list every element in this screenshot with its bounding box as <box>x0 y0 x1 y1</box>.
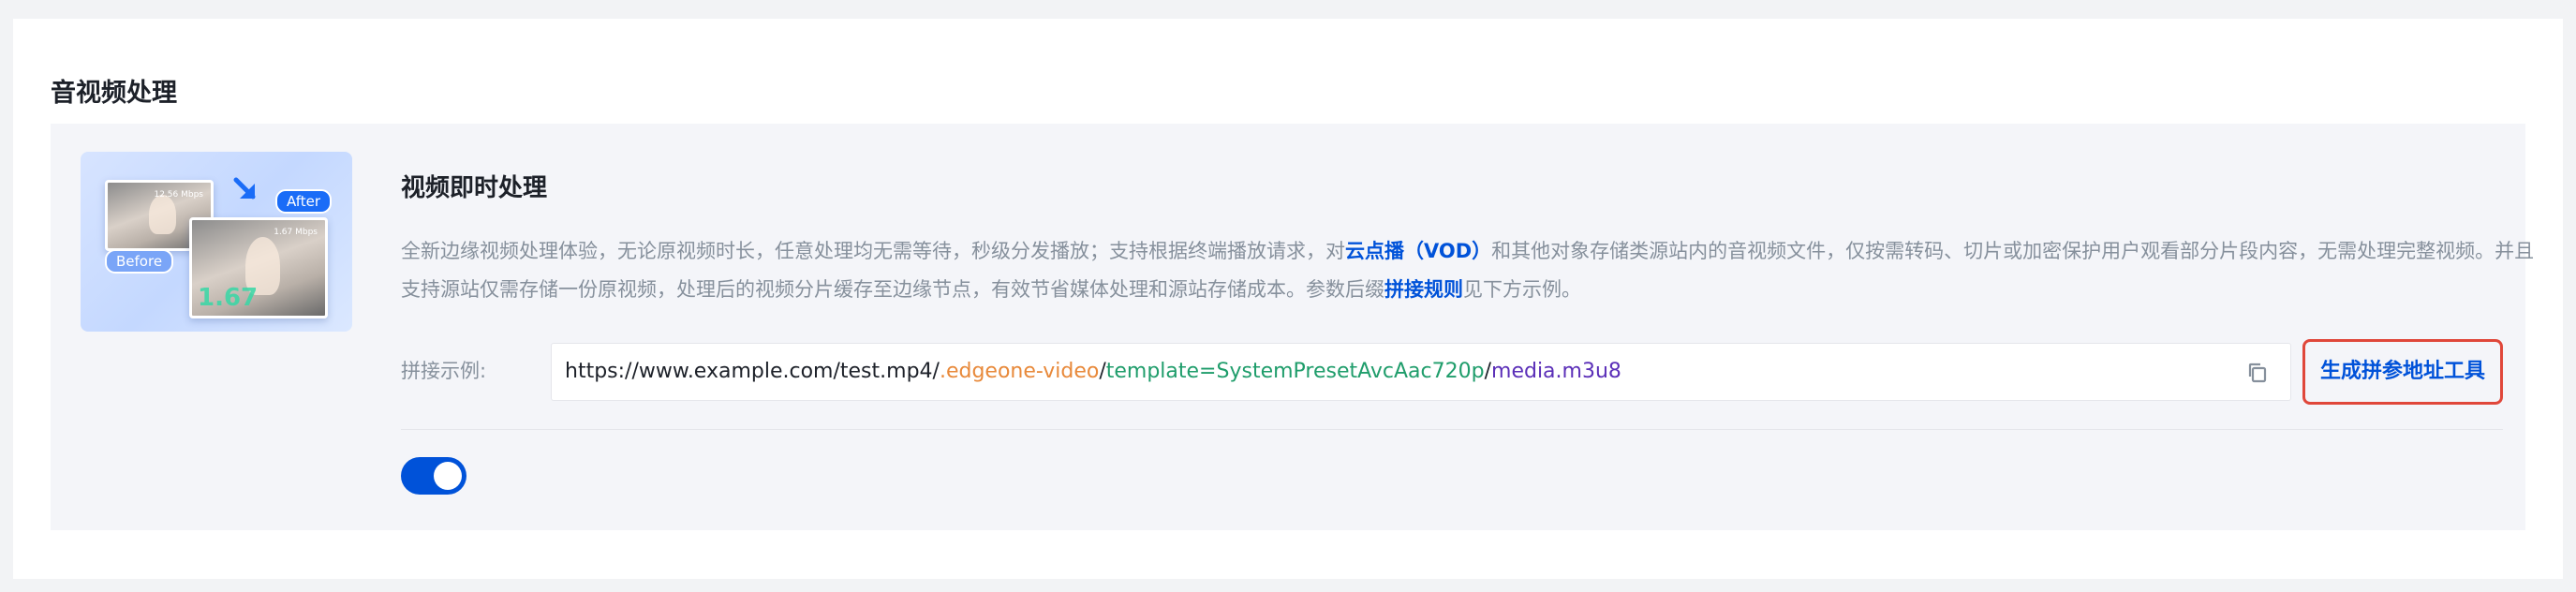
after-rate: 1.67 Mbps <box>274 228 318 237</box>
before-rate: 12.56 Mbps <box>154 190 203 200</box>
card-title: 音视频处理 <box>51 79 177 108</box>
person-silhouette <box>149 194 176 234</box>
arrow-down-right-icon <box>233 177 256 200</box>
url-slash: / <box>1484 360 1492 383</box>
after-overlay-number: 1.67 <box>198 284 259 312</box>
url-video-segment: .edgeone-video <box>939 360 1100 383</box>
url-slash: / <box>1099 360 1106 383</box>
example-url: https://www.example.com/test.mp4/.edgeon… <box>565 358 1621 386</box>
example-label: 拼接示例: <box>401 360 487 382</box>
feature-panel: 12.56 Mbps After 1.67 Mbps 1.67 Before 视… <box>51 124 2534 530</box>
url-template-segment: template=SystemPresetAvcAac720p <box>1105 360 1485 383</box>
url-slash: / <box>932 360 940 383</box>
description-text-3: 见下方示例。 <box>1463 278 1581 301</box>
description-text-1: 全新边缘视频处理体验，无论原视频时长，任意处理均无需等待，秒级分发播放；支持根据… <box>401 240 1345 262</box>
vod-link[interactable]: 云点播（VOD） <box>1345 240 1491 262</box>
url-base: https://www.example.com/test.mp4 <box>565 360 933 383</box>
generate-url-tool-button[interactable]: 生成拼参地址工具 <box>2302 339 2503 405</box>
feature-thumbnail: 12.56 Mbps After 1.67 Mbps 1.67 Before <box>81 152 352 332</box>
audio-video-processing-card: 音视频处理 12.56 Mbps After 1.67 Mbps 1.67 Be… <box>13 19 2563 579</box>
concat-rules-link[interactable]: 拼接规则 <box>1384 278 1463 301</box>
after-photo: 1.67 Mbps 1.67 <box>189 217 328 318</box>
example-url-field[interactable]: https://www.example.com/test.mp4/.edgeon… <box>551 343 2291 401</box>
divider <box>401 429 2503 430</box>
copy-icon[interactable] <box>2245 361 2270 385</box>
feature-description: 全新边缘视频处理体验，无论原视频时长，任意处理均无需等待，秒级分发播放；支持根据… <box>401 232 2546 309</box>
before-tag: Before <box>105 249 174 274</box>
toggle-knob <box>434 462 462 490</box>
feature-toggle[interactable] <box>401 457 466 495</box>
feature-title: 视频即时处理 <box>401 174 548 202</box>
after-tag: After <box>275 189 333 214</box>
url-media-segment: media.m3u8 <box>1491 360 1621 383</box>
